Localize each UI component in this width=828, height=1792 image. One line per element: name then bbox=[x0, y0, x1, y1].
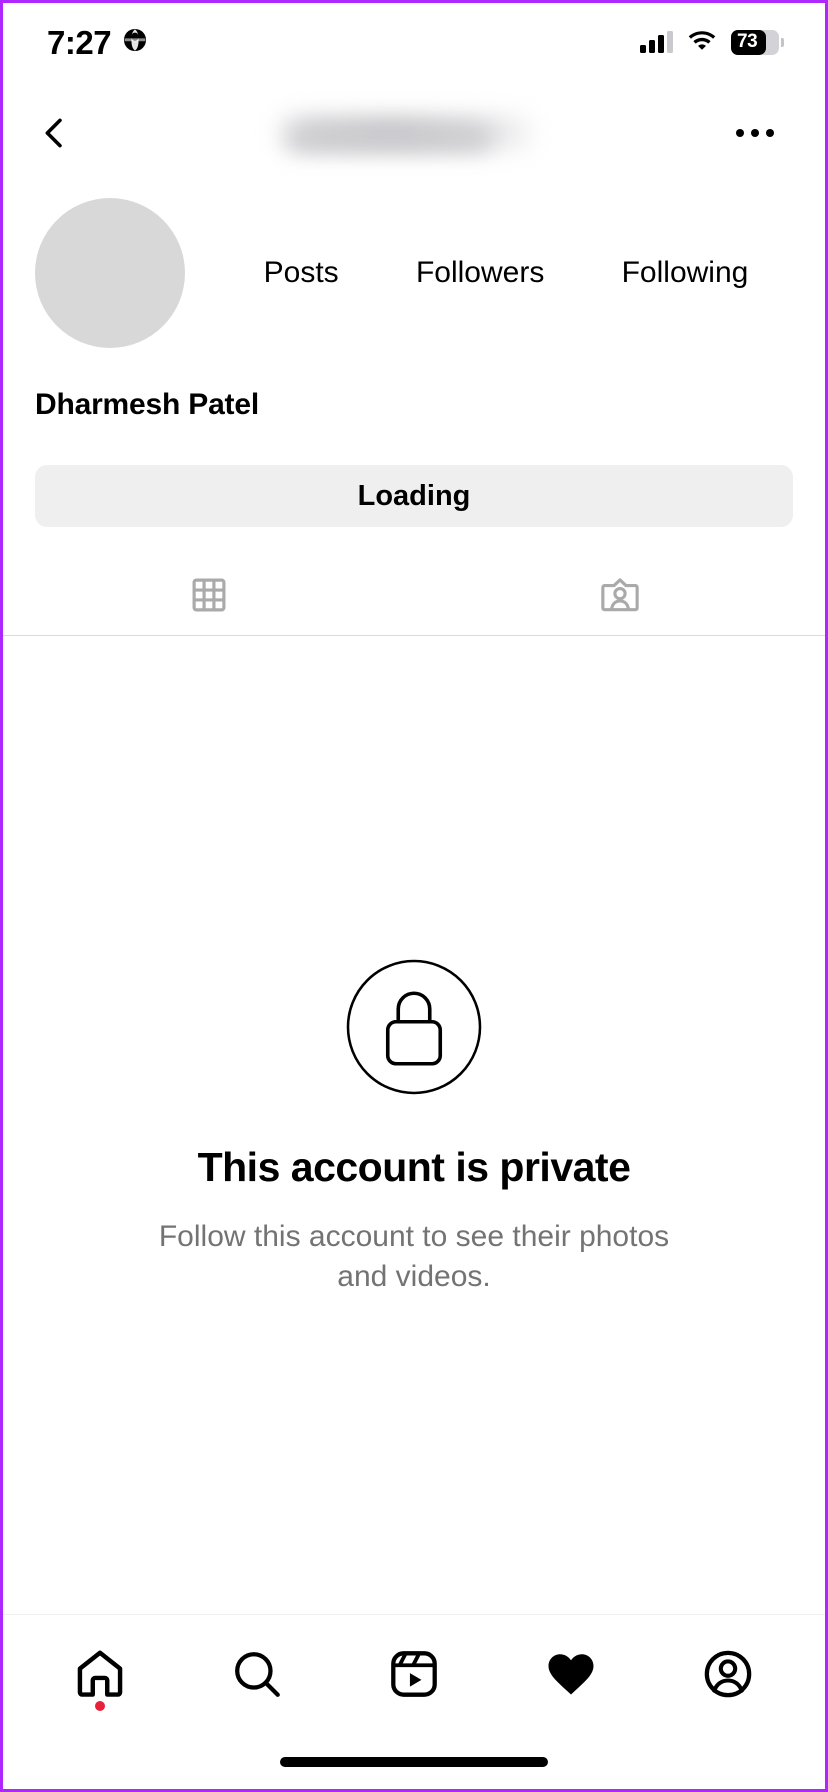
tagged-person-icon bbox=[600, 578, 639, 612]
back-button[interactable] bbox=[23, 101, 87, 165]
home-indicator bbox=[280, 1757, 548, 1767]
reels-icon bbox=[391, 1650, 437, 1697]
nav-activity[interactable] bbox=[524, 1627, 618, 1721]
bottom-navigation bbox=[3, 1614, 825, 1732]
profile-actions: Loading bbox=[35, 465, 793, 527]
private-title: This account is private bbox=[197, 1144, 631, 1191]
stat-followers[interactable]: Followers bbox=[416, 255, 544, 291]
ellipsis-icon bbox=[766, 129, 774, 137]
search-icon bbox=[234, 1651, 280, 1697]
chevron-left-icon bbox=[45, 118, 62, 148]
ellipsis-icon bbox=[751, 129, 759, 137]
tab-tagged[interactable] bbox=[414, 555, 825, 635]
profile-header: Posts Followers Following bbox=[3, 198, 825, 348]
status-time: 7:27 bbox=[47, 23, 112, 61]
nav-search[interactable] bbox=[210, 1627, 304, 1721]
status-bar: 7:27 73 bbox=[3, 3, 825, 81]
wifi-icon bbox=[686, 28, 718, 56]
stat-posts-label: Posts bbox=[263, 256, 339, 289]
profile-tabs bbox=[3, 555, 825, 636]
nav-reels[interactable] bbox=[367, 1627, 461, 1721]
more-options-button[interactable] bbox=[723, 101, 787, 165]
profile-stats: Posts Followers Following bbox=[185, 198, 793, 348]
avatar[interactable] bbox=[35, 198, 185, 348]
stat-following-label: Following bbox=[621, 256, 749, 289]
cellular-signal-icon bbox=[640, 31, 673, 53]
private-subtitle: Follow this account to see their photos … bbox=[158, 1220, 670, 1293]
battery-icon: 73 bbox=[731, 29, 784, 55]
profile-topbar bbox=[3, 91, 825, 175]
grid-icon bbox=[192, 578, 225, 612]
phone-screen: 7:27 73 Posts Followers Following Dharme… bbox=[0, 0, 828, 1792]
battery-level: 73 bbox=[737, 31, 758, 52]
stat-following[interactable]: Following bbox=[622, 255, 749, 291]
stat-followers-label: Followers bbox=[415, 256, 545, 289]
account-circle-icon bbox=[705, 1650, 752, 1697]
status-bar-left: 7:27 bbox=[47, 26, 148, 59]
home-icon bbox=[77, 1650, 122, 1697]
heart-filled-icon bbox=[548, 1653, 594, 1694]
ellipsis-icon bbox=[736, 129, 744, 137]
private-account-notice: This account is private Follow this acco… bbox=[3, 636, 825, 1613]
nav-profile[interactable] bbox=[681, 1627, 775, 1721]
home-notification-dot bbox=[94, 1700, 105, 1711]
lock-circle-icon bbox=[339, 952, 489, 1102]
globe-icon bbox=[122, 27, 148, 58]
follow-button[interactable]: Loading bbox=[35, 465, 793, 527]
tab-grid[interactable] bbox=[3, 555, 414, 635]
display-name: Dharmesh Patel bbox=[35, 388, 259, 421]
stat-posts[interactable]: Posts bbox=[264, 255, 339, 291]
nav-home[interactable] bbox=[53, 1627, 147, 1721]
username-title bbox=[97, 103, 713, 163]
status-bar-right: 73 bbox=[640, 28, 784, 56]
